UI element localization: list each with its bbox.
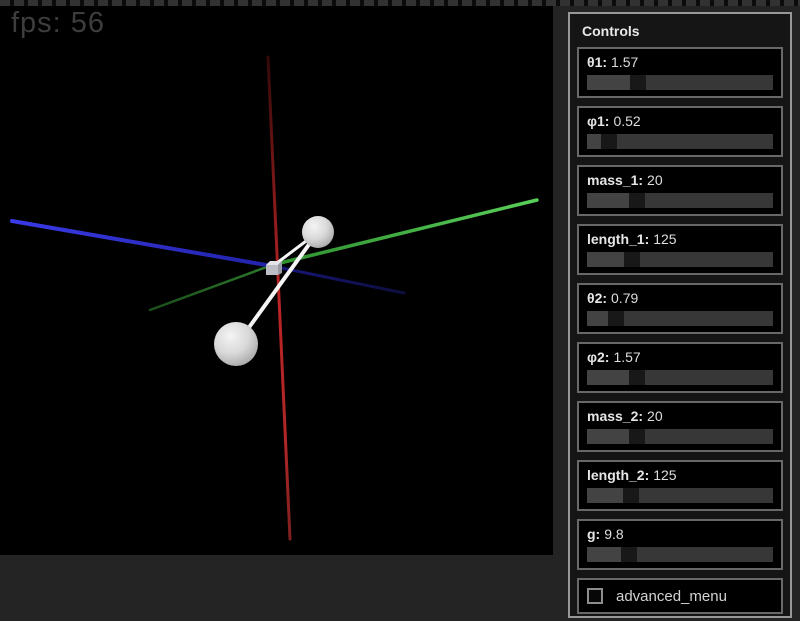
slider-label-row: θ2:0.79 — [587, 290, 773, 306]
top-dashed-border — [0, 0, 800, 6]
slider-label-row: mass_1:20 — [587, 172, 773, 188]
slider-track[interactable] — [587, 193, 773, 208]
slider-label-row: length_1:125 — [587, 231, 773, 247]
slider-control: g:9.8 — [577, 519, 783, 570]
slider-label: length_1: — [587, 231, 649, 247]
slider-control: mass_1:20 — [577, 165, 783, 216]
panel-title: Controls — [582, 23, 778, 39]
slider-value: 1.57 — [611, 54, 638, 70]
slider-label: φ2: — [587, 349, 609, 365]
slider-value: 125 — [653, 231, 676, 247]
slider-label-row: θ1:1.57 — [587, 54, 773, 70]
slider-control: φ1:0.52 — [577, 106, 783, 157]
slider-label: θ1: — [587, 54, 607, 70]
slider-fill — [587, 488, 623, 503]
slider-track[interactable] — [587, 252, 773, 267]
slider-label: g: — [587, 526, 600, 542]
slider-value: 125 — [653, 467, 676, 483]
slider-control: θ2:0.79 — [577, 283, 783, 334]
slider-track[interactable] — [587, 311, 773, 326]
scene-svg — [0, 0, 553, 555]
slider-track[interactable] — [587, 488, 773, 503]
slider-thumb[interactable] — [629, 370, 645, 385]
slider-control: φ2:1.57 — [577, 342, 783, 393]
sliders-container: θ1:1.57 φ1:0.52 mass_1:20 length_1:125 — [570, 47, 790, 614]
fps-counter: fps: 56 — [11, 7, 105, 40]
slider-value: 9.8 — [604, 526, 623, 542]
slider-label-row: length_2:125 — [587, 467, 773, 483]
slider-fill — [587, 252, 624, 267]
x-axis-negative — [150, 265, 272, 310]
slider-label: mass_1: — [587, 172, 643, 188]
mass-1-sphere — [302, 216, 334, 248]
z-axis-positive — [12, 221, 272, 266]
slider-thumb[interactable] — [630, 75, 646, 90]
slider-track[interactable] — [587, 75, 773, 90]
slider-label: θ2: — [587, 290, 607, 306]
pivot-cube — [266, 265, 278, 275]
slider-fill — [587, 134, 601, 149]
slider-track[interactable] — [587, 370, 773, 385]
checkbox-label: advanced_menu — [616, 588, 727, 605]
slider-thumb[interactable] — [629, 429, 645, 444]
slider-thumb[interactable] — [621, 547, 637, 562]
slider-fill — [587, 429, 629, 444]
slider-thumb[interactable] — [608, 311, 624, 326]
slider-fill — [587, 193, 629, 208]
slider-label-row: φ2:1.57 — [587, 349, 773, 365]
slider-control: length_2:125 — [577, 460, 783, 511]
slider-control: length_1:125 — [577, 224, 783, 275]
slider-track[interactable] — [587, 429, 773, 444]
slider-thumb[interactable] — [623, 488, 639, 503]
slider-fill — [587, 547, 621, 562]
slider-value: 0.52 — [613, 113, 640, 129]
slider-track[interactable] — [587, 134, 773, 149]
slider-thumb[interactable] — [629, 193, 645, 208]
slider-value: 20 — [647, 408, 663, 424]
slider-value: 20 — [647, 172, 663, 188]
slider-thumb[interactable] — [624, 252, 640, 267]
slider-label-row: φ1:0.52 — [587, 113, 773, 129]
slider-thumb[interactable] — [601, 134, 617, 149]
slider-value: 1.57 — [613, 349, 640, 365]
slider-track[interactable] — [587, 547, 773, 562]
slider-value: 0.79 — [611, 290, 638, 306]
slider-fill — [587, 370, 629, 385]
mass-2-sphere — [214, 322, 258, 366]
slider-label-row: g:9.8 — [587, 526, 773, 542]
slider-label: φ1: — [587, 113, 609, 129]
slider-label: mass_2: — [587, 408, 643, 424]
slider-fill — [587, 75, 630, 90]
slider-label: length_2: — [587, 467, 649, 483]
advanced-menu-checkbox[interactable] — [587, 588, 603, 604]
checkbox-control: advanced_menu — [577, 578, 783, 614]
slider-fill — [587, 311, 608, 326]
controls-panel: Controls θ1:1.57 φ1:0.52 mass_1:20 lengt… — [568, 12, 792, 618]
slider-control: mass_2:20 — [577, 401, 783, 452]
simulation-viewport[interactable]: fps: 56 — [0, 0, 553, 555]
slider-label-row: mass_2:20 — [587, 408, 773, 424]
slider-control: θ1:1.57 — [577, 47, 783, 98]
